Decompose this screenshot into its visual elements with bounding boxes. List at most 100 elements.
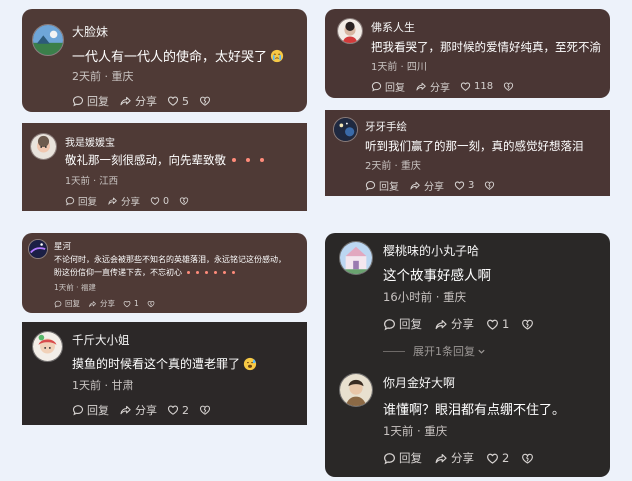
comment-meta: 2天前 · 重庆 — [365, 161, 421, 172]
comment-author[interactable]: 我是媛媛宝 — [65, 134, 115, 149]
like-button[interactable]: 1 — [486, 317, 509, 331]
like-button[interactable]: 118 — [460, 81, 493, 92]
like-button[interactable]: 2 — [486, 451, 509, 465]
reply-button[interactable]: 回复 — [365, 178, 399, 193]
comment-author[interactable]: 佛系人生 — [371, 19, 415, 35]
share-icon — [434, 318, 448, 331]
reply-button[interactable]: 回复 — [383, 316, 422, 332]
comment-actions: 回复 分享 0 — [65, 194, 202, 208]
reply-label: 回复 — [65, 299, 80, 308]
comment-meta: 1天前 · 甘肃 — [72, 379, 134, 392]
share-label: 分享 — [451, 451, 474, 465]
reply-button[interactable]: 回复 — [371, 79, 405, 94]
comment-text: 听到我们赢了的那一刻，真的感觉好想落泪 — [365, 139, 584, 153]
comment-text: 谁懂啊？眼泪都有点绷不住了。 — [383, 403, 566, 418]
like-button[interactable]: 1 — [123, 299, 139, 308]
share-button[interactable]: 分享 — [88, 298, 115, 309]
comment-text: 把我看哭了，那时候的爱情好纯真，至死不渝 — [371, 40, 601, 54]
like-button[interactable]: 0 — [150, 196, 169, 207]
reply-button[interactable]: 回复 — [383, 450, 422, 466]
reply-label: 回复 — [87, 95, 109, 108]
expand-divider — [383, 350, 405, 352]
reply-icon — [371, 81, 382, 92]
share-button[interactable]: 分享 — [434, 316, 474, 332]
share-button[interactable]: 分享 — [107, 194, 140, 208]
share-button[interactable]: 分享 — [119, 93, 157, 109]
heart-icon — [454, 180, 465, 191]
share-button[interactable]: 分享 — [415, 79, 450, 94]
crying-emoji-icon — [270, 49, 284, 63]
dislike-button[interactable] — [199, 95, 214, 107]
avatar[interactable] — [28, 239, 48, 259]
avatar[interactable] — [339, 241, 373, 275]
like-count: 0 — [163, 195, 170, 207]
comment-meta: 2天前 · 重庆 — [72, 70, 134, 83]
avatar[interactable] — [339, 373, 373, 407]
comment-thread-card: 樱桃味的小丸子哈 这个故事好感人啊 16小时前 · 重庆 回复 分享 1 展开1… — [325, 233, 610, 477]
comment-text-body: 敬礼那一刻很感动，向先辈致敬 — [65, 153, 226, 167]
dislike-button[interactable] — [147, 300, 158, 308]
comment-author[interactable]: 星河 — [54, 240, 71, 252]
dislike-button[interactable] — [179, 196, 192, 206]
comment-card: 佛系人生 把我看哭了，那时候的爱情好纯真，至死不渝 1天前 · 四川 回复 分享… — [325, 9, 610, 98]
dislike-button[interactable] — [521, 318, 537, 331]
like-count: 118 — [474, 81, 494, 92]
expand-replies[interactable]: 展开1条回复 — [383, 343, 486, 359]
reply-button[interactable]: 回复 — [72, 402, 109, 418]
comment-actions: 回复 分享 1 — [54, 298, 168, 309]
comment-author[interactable]: 千斤大小姐 — [72, 332, 130, 348]
reply-label: 回复 — [78, 197, 98, 208]
avatar[interactable] — [333, 117, 358, 142]
share-label: 分享 — [135, 95, 157, 108]
comment-card: 大脸妹 一代人有一代人的使命，太好哭了 2天前 · 重庆 回复 分享 5 — [22, 9, 307, 112]
like-count: 2 — [502, 451, 510, 465]
avatar[interactable] — [32, 24, 64, 56]
reply-button[interactable]: 回复 — [72, 93, 109, 109]
dislike-icon — [503, 81, 514, 92]
dislike-button[interactable] — [521, 452, 537, 465]
comment-text: 一代人有一代人的使命，太好哭了 — [72, 46, 284, 65]
dislike-icon — [199, 95, 211, 107]
avatar[interactable] — [30, 133, 57, 160]
reply-label: 回复 — [399, 451, 422, 465]
like-button[interactable]: 2 — [167, 404, 189, 417]
share-button[interactable]: 分享 — [434, 450, 474, 466]
share-button[interactable]: 分享 — [409, 178, 444, 193]
heart-icon — [460, 81, 471, 92]
avatar[interactable] — [337, 18, 363, 44]
dislike-button[interactable] — [503, 81, 517, 92]
sweat-emoji-icon — [243, 357, 257, 371]
share-label: 分享 — [121, 197, 141, 208]
heart-icon — [486, 318, 499, 331]
dislike-button[interactable] — [484, 180, 498, 191]
dislike-button[interactable] — [199, 404, 214, 416]
heart-icon — [150, 196, 160, 206]
avatar[interactable] — [32, 331, 63, 362]
dislike-icon — [484, 180, 495, 191]
comment-meta: 1天前 · 福建 — [54, 283, 96, 292]
like-button[interactable]: 3 — [454, 180, 474, 191]
dislike-icon — [147, 300, 155, 308]
comment-meta: 1天前 · 四川 — [371, 62, 427, 73]
share-button[interactable]: 分享 — [119, 402, 157, 418]
comment-text: 敬礼那一刻很感动，向先辈致敬 — [65, 152, 264, 168]
reply-icon — [383, 452, 396, 465]
comment-meta: 16小时前 · 重庆 — [383, 290, 467, 304]
like-count: 1 — [502, 317, 510, 331]
comment-text-body: 盼这份信仰一直传递下去，不忘初心 — [54, 268, 182, 277]
reply-button[interactable]: 回复 — [65, 194, 97, 208]
share-label: 分享 — [100, 299, 115, 308]
comment-author[interactable]: 樱桃味的小丸子哈 — [383, 242, 479, 259]
reply-label: 回复 — [399, 317, 422, 331]
comment-author[interactable]: 牙牙手绘 — [365, 119, 407, 134]
share-icon — [409, 180, 421, 191]
comment-meta: 1天前 · 江西 — [65, 176, 119, 187]
reply-icon — [65, 196, 75, 206]
share-icon — [88, 300, 97, 308]
heart-emoji-icon — [187, 271, 235, 274]
comment-author[interactable]: 你月金好大啊 — [383, 374, 455, 391]
like-button[interactable]: 5 — [167, 95, 189, 108]
comment-card: 牙牙手绘 听到我们赢了的那一刻，真的感觉好想落泪 2天前 · 重庆 回复 分享 … — [325, 110, 610, 196]
comment-author[interactable]: 大脸妹 — [72, 23, 108, 40]
reply-button[interactable]: 回复 — [54, 298, 80, 309]
